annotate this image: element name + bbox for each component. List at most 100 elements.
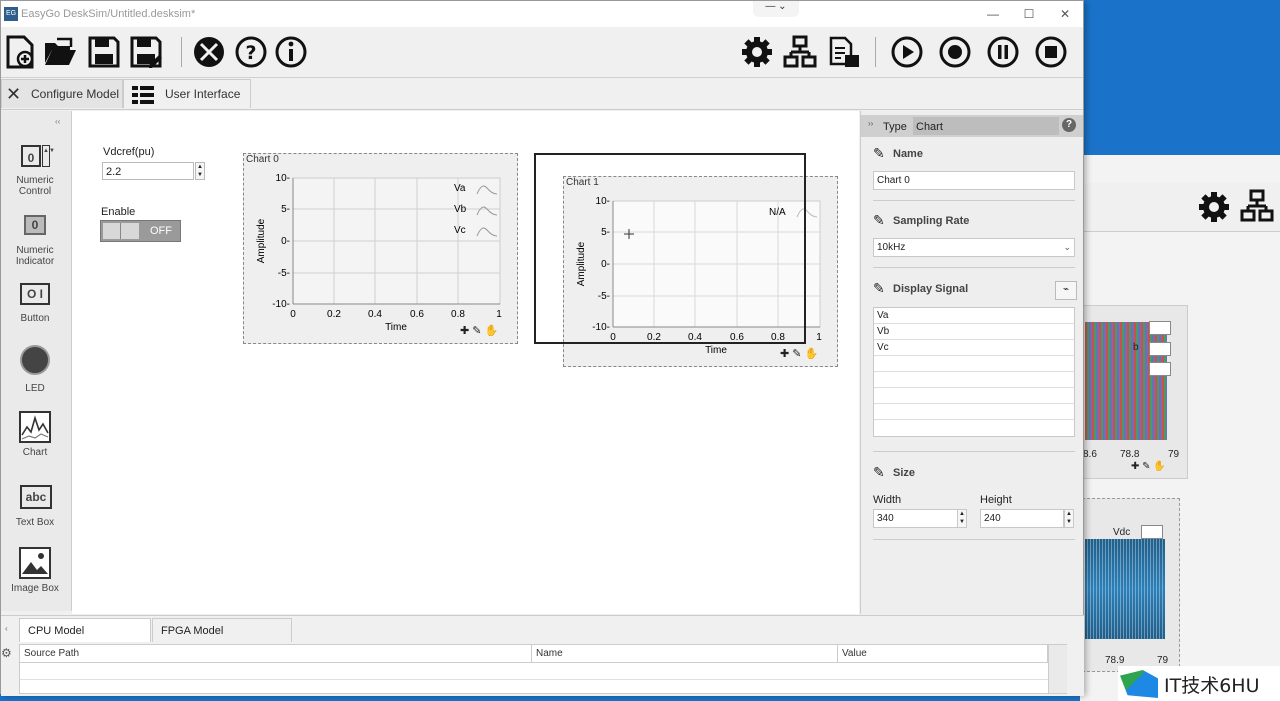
type-value: Chart — [913, 117, 1059, 135]
bg-xtick: 8.6 — [1083, 449, 1097, 460]
palette-numeric-indicator[interactable]: 0 Numeric Indicator — [1, 213, 69, 267]
open-folder-icon[interactable] — [43, 35, 77, 69]
save-icon[interactable] — [87, 35, 121, 69]
help-icon[interactable]: ? — [234, 35, 268, 69]
help-circle-icon[interactable]: ? — [1062, 118, 1076, 132]
button-icon: O I — [20, 283, 50, 305]
palette-button[interactable]: O I Button — [1, 281, 69, 324]
enable-toggle[interactable]: OFF — [100, 220, 181, 242]
list-icon — [132, 86, 154, 104]
signal-list[interactable]: Va Vb Vc — [873, 307, 1075, 437]
tab-user-interface[interactable]: User Interface — [123, 79, 251, 108]
legend-vc: Vc — [454, 225, 466, 236]
height-spinner[interactable]: ▲ ▼ — [1064, 509, 1074, 528]
settings-gear-icon[interactable] — [740, 35, 774, 69]
tab-fpga-model-parameters[interactable]: FPGA Model Parameters — [152, 618, 292, 661]
list-item[interactable]: Vc — [874, 340, 1074, 356]
legend-vb: Vb — [454, 204, 467, 215]
parameters-table[interactable]: Source Path Name Value — [19, 644, 1067, 694]
y-tick: 5- — [281, 204, 290, 215]
collapse-props-icon[interactable]: ›› — [868, 119, 873, 128]
new-file-icon[interactable] — [3, 35, 37, 69]
height-input[interactable]: 240 — [980, 509, 1064, 528]
y-tick: -10- — [272, 299, 290, 310]
signal-edit-button[interactable]: ⌁ — [1055, 281, 1077, 300]
close-button[interactable]: ✕ — [1051, 4, 1079, 24]
palette-label: LED — [25, 383, 45, 394]
name-input[interactable]: Chart 0 — [873, 171, 1075, 190]
column-header[interactable]: Source Path — [20, 645, 532, 663]
record-icon[interactable] — [938, 35, 972, 69]
chart-0[interactable]: Chart 0 10- 5- 0- -5- -10- 0 0.2 0.4 0.6 — [243, 153, 518, 344]
bg-xtick: 78.8 — [1120, 449, 1140, 460]
run-icon[interactable] — [890, 35, 924, 69]
pause-icon[interactable] — [986, 35, 1020, 69]
tools-icon[interactable] — [192, 35, 226, 69]
maximize-button[interactable]: ☐ — [1015, 4, 1043, 24]
stop-icon[interactable] — [1034, 35, 1068, 69]
info-icon[interactable] — [274, 35, 308, 69]
list-item[interactable]: Va — [874, 308, 1074, 324]
type-header: ›› Type Chart ? — [861, 115, 1083, 137]
x-axis-label: Time — [385, 322, 407, 333]
save-as-icon[interactable] — [129, 35, 163, 69]
y-tick: -5- — [278, 268, 290, 279]
list-item[interactable] — [874, 404, 1074, 420]
table-row[interactable] — [20, 663, 1048, 680]
x-tick: 0.4 — [368, 309, 382, 320]
toolbar: ? — [1, 27, 1083, 78]
size-label: Size — [893, 467, 916, 479]
network-config-icon[interactable] — [783, 35, 817, 69]
control-palette: ‹‹ 0 ▲▼ Numeric Control 0 Numeric Indicat… — [1, 111, 72, 611]
table-row[interactable] — [20, 679, 1048, 695]
tab-label: Configure Model — [31, 87, 120, 101]
width-spinner[interactable]: ▲ ▼ — [957, 509, 967, 528]
list-item[interactable] — [874, 356, 1074, 372]
zoom-tools-icon[interactable]: ✚ ✎ ✋ — [1131, 461, 1166, 472]
width-input[interactable]: 340 — [873, 509, 967, 528]
list-item[interactable] — [874, 420, 1074, 436]
palette-led[interactable]: LED — [1, 345, 69, 394]
collapse-icon[interactable]: ‹‹ — [55, 117, 60, 126]
column-header[interactable]: Value — [838, 645, 1048, 663]
network-icon[interactable] — [1240, 189, 1274, 223]
settings-small-icon[interactable]: ⚙ — [1, 646, 12, 660]
palette-numeric-control[interactable]: 0 ▲▼ Numeric Control — [1, 143, 69, 197]
table-scrollbar[interactable] — [1048, 645, 1067, 693]
palette-chart[interactable]: Chart — [1, 411, 69, 458]
vdcref-spinner[interactable]: ▲ ▼ — [195, 162, 205, 180]
gear-icon[interactable] — [1198, 191, 1230, 223]
list-item[interactable] — [874, 388, 1074, 404]
minimize-button[interactable]: — — [979, 4, 1007, 24]
palette-label: Indicator — [15, 256, 55, 267]
design-canvas[interactable]: Vdcref(pu) 2.2 ▲ ▼ Enable OFF Chart 0 10- — [72, 111, 859, 614]
palette-text-box[interactable]: abc Text Box — [1, 485, 69, 528]
legend-va: Va — [454, 183, 466, 194]
main-tabs: ✕ Configure Model User Interface — [1, 78, 1083, 110]
wrench-icon: ✕ — [6, 84, 22, 104]
tab-configure-model[interactable]: ✕ Configure Model — [1, 79, 123, 108]
y-tick: 10- — [276, 173, 290, 184]
chevron-down-icon[interactable]: — ⌄ — [753, 1, 799, 17]
sampling-rate-label: Sampling Rate — [893, 215, 970, 227]
bg-legend-vdc: Vdc — [1113, 527, 1131, 538]
width-label: Width — [873, 494, 902, 506]
palette-label: Image Box — [11, 583, 59, 594]
chart-tools-icon[interactable]: ✚ ✎ ✋ — [460, 324, 498, 337]
list-item[interactable]: Vb — [874, 324, 1074, 340]
chart-tools-icon[interactable]: ✚ ✎ ✋ — [780, 347, 818, 360]
led-icon — [20, 345, 50, 375]
column-header[interactable]: Name — [532, 645, 838, 663]
numeric-control-label: Vdcref(pu) — [103, 146, 155, 158]
type-value-text: Chart — [916, 121, 943, 133]
list-item[interactable] — [874, 372, 1074, 388]
watermark-text: IT技术6HU — [1164, 675, 1260, 697]
watermark-logo — [1120, 670, 1158, 698]
tab-cpu-model-parameters[interactable]: CPU Model Parameters — [19, 618, 151, 661]
palette-image-box[interactable]: Image Box — [1, 547, 69, 594]
vdcref-input[interactable]: 2.2 — [102, 162, 194, 180]
sampling-rate-select[interactable]: 10kHz ⌄ — [873, 238, 1075, 257]
pin-icon[interactable]: ‹ — [5, 624, 8, 633]
palette-label: Numeric — [16, 245, 54, 256]
report-icon[interactable] — [827, 35, 861, 69]
